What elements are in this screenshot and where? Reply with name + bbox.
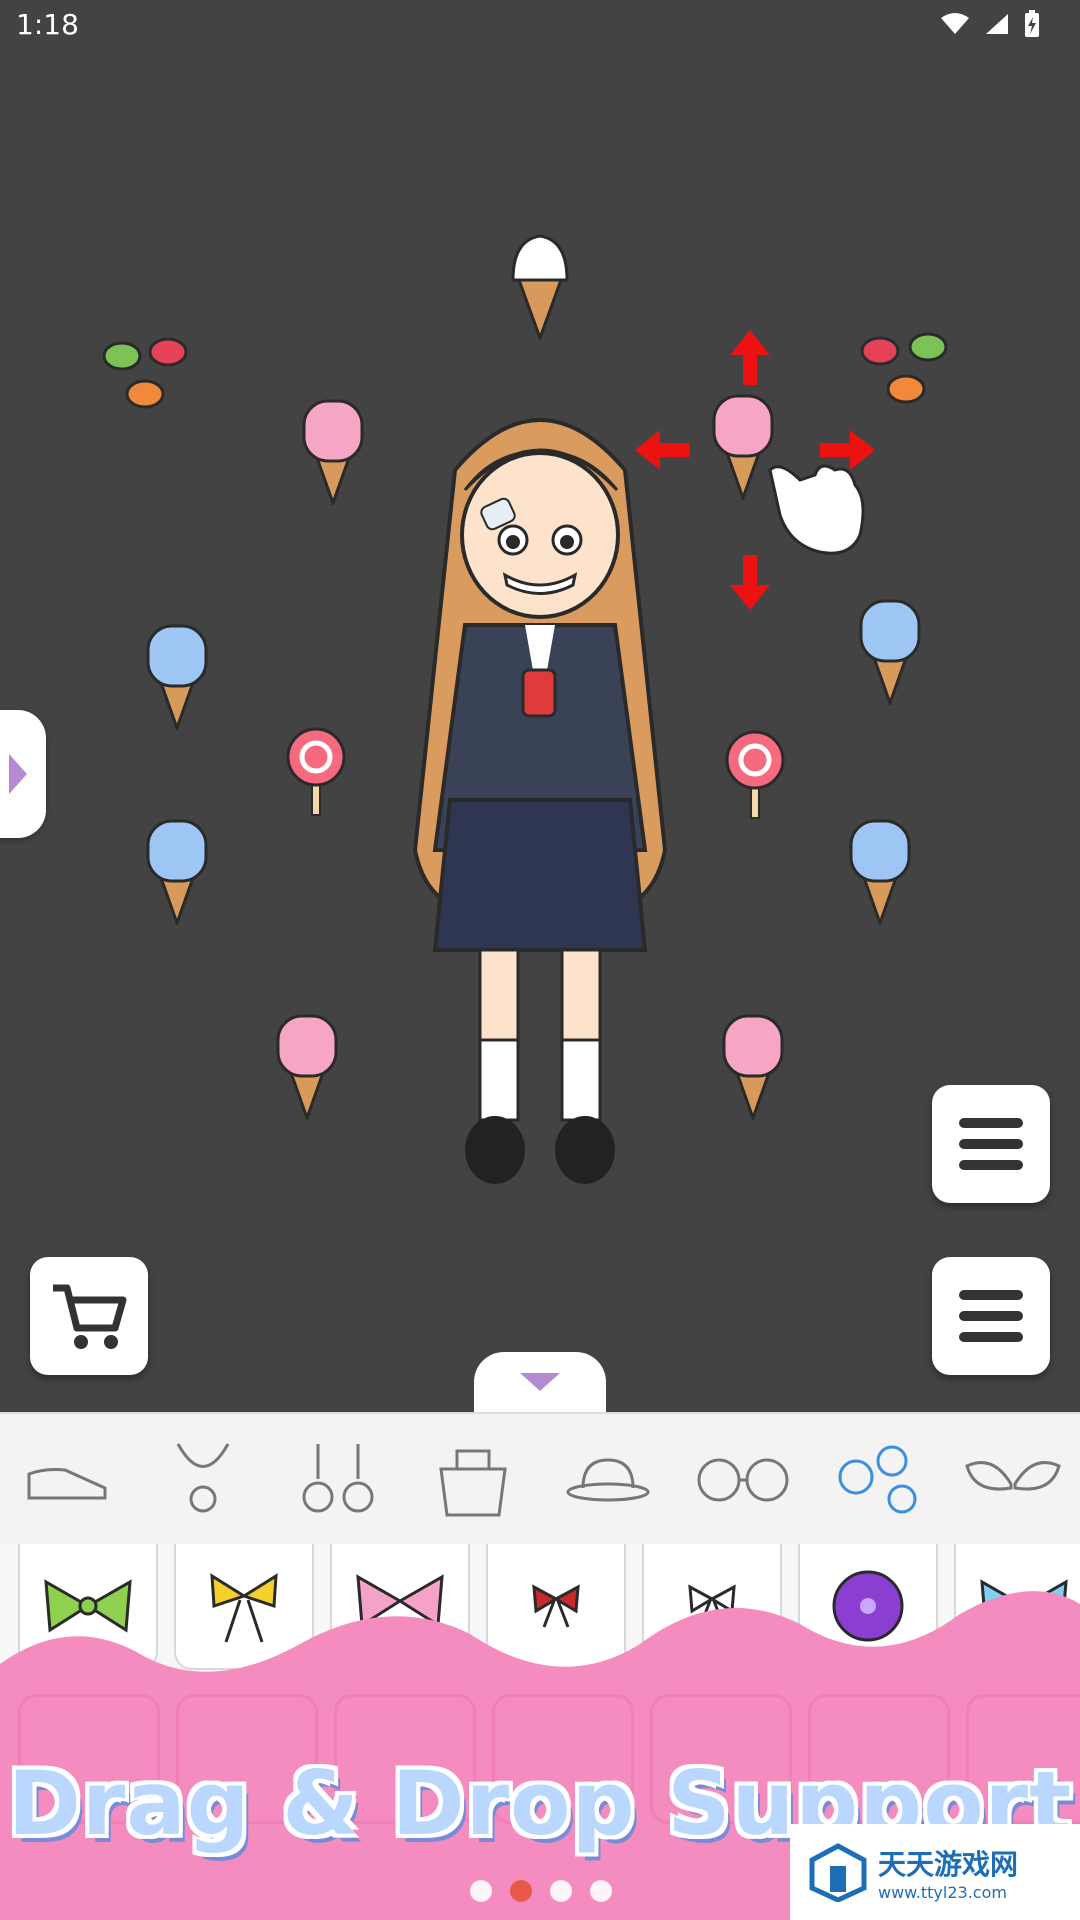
status-icons	[940, 10, 1040, 38]
ice-cream-sticker[interactable]	[845, 815, 915, 925]
tab-glasses[interactable]	[683, 1429, 803, 1529]
ice-cream-sticker[interactable]	[298, 395, 368, 505]
battery-charging-icon	[1025, 10, 1039, 37]
page-dot[interactable]	[550, 1880, 572, 1902]
pagination-dots	[470, 1880, 612, 1902]
glasses-icon	[697, 1458, 788, 1502]
status-time: 1:18	[16, 8, 79, 41]
tab-bag[interactable]	[413, 1429, 533, 1529]
menu-button-secondary[interactable]	[932, 1257, 1050, 1375]
chevron-right-icon	[9, 754, 27, 794]
hamburger-menu-icon	[959, 1118, 1023, 1170]
ice-cream-sticker[interactable]	[505, 230, 575, 340]
hat-icon	[566, 1458, 649, 1502]
necklace-icon	[176, 1443, 229, 1513]
tab-necklace[interactable]	[143, 1429, 263, 1529]
page-dot[interactable]	[590, 1880, 612, 1902]
page-dot-active[interactable]	[510, 1880, 532, 1902]
bag-icon	[438, 1449, 507, 1517]
dress-up-canvas[interactable]	[0, 50, 1080, 1410]
ice-cream-sticker[interactable]	[855, 595, 925, 705]
lollipop-sticker[interactable]	[283, 727, 349, 817]
wifi-icon	[941, 13, 969, 34]
ice-cream-sticker[interactable]	[142, 815, 212, 925]
hamburger-menu-icon	[959, 1290, 1023, 1342]
shoe-icon	[27, 1468, 106, 1500]
collapse-panel-button[interactable]	[474, 1352, 606, 1412]
tab-flowers[interactable]	[818, 1429, 938, 1529]
wings-icon	[964, 1461, 1061, 1491]
watermark-logo-icon	[809, 1843, 867, 1902]
drag-hand-icon	[768, 464, 865, 555]
tab-shoes[interactable]	[8, 1429, 128, 1529]
watermark-url: www.ttyl23.com	[878, 1882, 1007, 1902]
tab-hat[interactable]	[548, 1429, 668, 1529]
side-panel-toggle[interactable]	[0, 710, 46, 838]
chevron-down-icon	[520, 1373, 560, 1391]
ice-cream-sticker[interactable]	[272, 1010, 342, 1120]
ice-cream-sticker[interactable]	[718, 1010, 788, 1120]
tab-wings[interactable]	[953, 1429, 1073, 1529]
ice-cream-sticker[interactable]	[142, 620, 212, 730]
tab-earrings[interactable]	[278, 1429, 398, 1529]
signal-icon	[986, 14, 1008, 34]
lollipop-sticker[interactable]	[722, 730, 788, 820]
watermark: 天天游戏网 www.ttyl23.com	[790, 1824, 1080, 1920]
shop-cart-button[interactable]	[30, 1257, 148, 1375]
menu-button[interactable]	[932, 1085, 1050, 1203]
category-tabs	[0, 1412, 1080, 1546]
page-dot[interactable]	[470, 1880, 492, 1902]
watermark-title: 天天游戏网	[878, 1847, 1019, 1881]
earrings-icon	[302, 1444, 373, 1513]
flowers-icon	[838, 1445, 916, 1514]
status-bar: 1:18	[0, 0, 1080, 50]
shopping-cart-icon	[53, 1284, 127, 1349]
jelly-beans-sticker[interactable]	[100, 330, 200, 420]
